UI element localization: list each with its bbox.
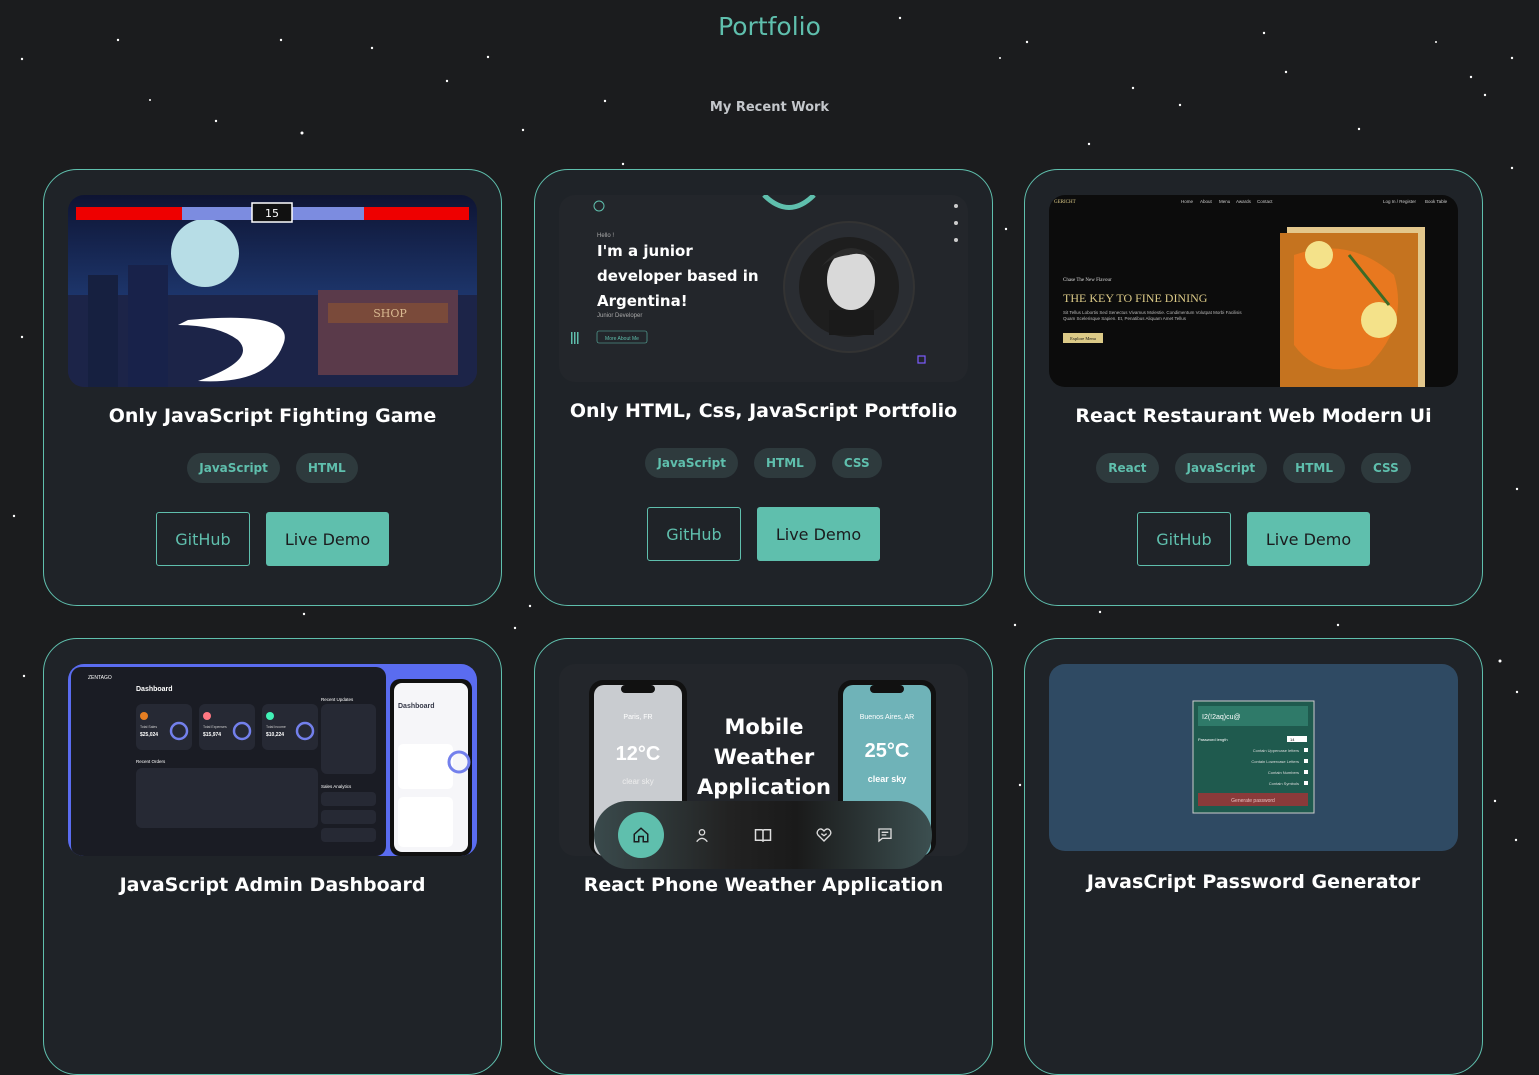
github-button[interactable]: GitHub bbox=[1137, 512, 1231, 566]
tag-html: HTML bbox=[1283, 453, 1345, 483]
live-demo-button[interactable]: Live Demo bbox=[757, 507, 880, 561]
restaurant-headline: THE KEY TO FINE DINING bbox=[1063, 291, 1208, 305]
weather-right-temp: 25°C bbox=[865, 740, 910, 762]
project-card: 15 SHOP Only JavaScript Fighting Game Ja… bbox=[43, 169, 502, 606]
page-title: Portfolio bbox=[718, 12, 821, 41]
project-title: JavasCript Password Generator bbox=[1086, 871, 1421, 893]
option-uppercase: Contain Uppercase letters bbox=[1253, 748, 1299, 753]
dashboard-brand: ZENTAGO bbox=[88, 675, 112, 681]
stat-sales: $25,024 bbox=[140, 732, 158, 738]
tag-html: HTML bbox=[754, 448, 816, 478]
weather-right-city: Buenos Aires, AR bbox=[860, 714, 914, 721]
stat-label-sales: Total Sales bbox=[140, 725, 157, 729]
project-card: Hello ! Junior Developer More About Me I… bbox=[534, 169, 993, 606]
generate-password-button: Generate password bbox=[1231, 798, 1275, 804]
nav-experience-button[interactable] bbox=[740, 812, 786, 858]
sales-analytics-heading: Sales Analytics bbox=[321, 784, 352, 789]
project-title: React Restaurant Web Modern Ui bbox=[1075, 405, 1432, 427]
restaurant-nav-about: About bbox=[1200, 199, 1213, 204]
stat-label-income: Total Income bbox=[266, 725, 286, 729]
live-demo-button[interactable]: Live Demo bbox=[1247, 512, 1370, 566]
option-lowercase: Contain Lowercase Letters bbox=[1251, 759, 1299, 764]
option-symbols: Contain Symbols bbox=[1269, 781, 1299, 786]
recent-updates-heading: Recent Updates bbox=[321, 697, 354, 702]
page-subtitle: My Recent Work bbox=[709, 100, 830, 115]
tag-css: CSS bbox=[1360, 453, 1411, 483]
generated-password: I2(!2aq)cu@ bbox=[1202, 714, 1241, 721]
restaurant-nav-home: Home bbox=[1181, 199, 1194, 204]
stat-income: $10,224 bbox=[266, 732, 284, 738]
game-timer: 15 bbox=[265, 207, 279, 220]
project-thumbnail: Hello ! Junior Developer More About Me I… bbox=[559, 195, 968, 382]
project-thumbnail: ZENTAGO Dashboard Total Sales $25,024 To… bbox=[68, 664, 477, 856]
restaurant-body: Sit Tellus Lobortis Sed Senectus Vivamus… bbox=[1063, 310, 1242, 321]
weather-headline-1: Mobile bbox=[725, 715, 804, 739]
user-icon bbox=[695, 829, 708, 843]
weather-headline-3: Application bbox=[697, 775, 831, 799]
restaurant-nav-contact: Contact bbox=[1257, 199, 1273, 204]
restaurant-kicker: Chase The New Flavour bbox=[1063, 278, 1112, 283]
project-thumbnail: GERICHT Home About Menu Awards Contact L… bbox=[1049, 195, 1458, 387]
dashboard-heading: Dashboard bbox=[136, 686, 173, 693]
tag-javascript: JavaScript bbox=[1174, 453, 1268, 483]
project-card: I2(!2aq)cu@ Password length 14 Contain U… bbox=[1024, 638, 1483, 1075]
restaurant-nav-awards: Awards bbox=[1236, 199, 1252, 204]
handshake-icon bbox=[816, 828, 832, 842]
length-value: 14 bbox=[1290, 737, 1295, 742]
live-demo-button[interactable]: Live Demo bbox=[266, 512, 389, 566]
length-label: Password length bbox=[1198, 737, 1228, 742]
tag-html: HTML bbox=[295, 453, 358, 483]
github-button[interactable]: GitHub bbox=[156, 512, 250, 566]
hero-cta: More About Me bbox=[605, 336, 639, 342]
project-card: ZENTAGO Dashboard Total Sales $25,024 To… bbox=[43, 638, 502, 1075]
github-button[interactable]: GitHub bbox=[647, 507, 741, 561]
book-icon bbox=[754, 829, 772, 842]
project-title: Only JavaScript Fighting Game bbox=[108, 405, 437, 427]
project-title: Only HTML, Css, JavaScript Portfolio bbox=[569, 400, 958, 422]
restaurant-nav-menu: Menu bbox=[1219, 199, 1231, 204]
restaurant-cta: Explore Menu bbox=[1070, 336, 1097, 341]
recent-orders-heading: Recent Orders bbox=[136, 759, 166, 764]
stat-label-expenses: Total Expenses bbox=[203, 725, 227, 729]
nav-contact-button[interactable] bbox=[862, 812, 908, 858]
svg-text:Dashboard: Dashboard bbox=[398, 703, 435, 710]
weather-left-temp: 12°C bbox=[616, 743, 661, 765]
project-thumbnail: 15 SHOP bbox=[68, 195, 477, 387]
bottom-nav bbox=[594, 801, 932, 869]
weather-headline-2: Weather bbox=[714, 745, 815, 769]
restaurant-login: Log In / Register bbox=[1383, 199, 1417, 204]
home-icon bbox=[633, 827, 649, 843]
project-thumbnail: I2(!2aq)cu@ Password length 14 Contain U… bbox=[1049, 664, 1458, 851]
hero-headline: I'm a junior developer based in Argentin… bbox=[597, 242, 759, 310]
nav-services-button[interactable] bbox=[801, 812, 847, 858]
tag-javascript: JavaScript bbox=[187, 453, 280, 483]
restaurant-brand: GERICHT bbox=[1054, 200, 1076, 205]
restaurant-book: Book Table bbox=[1425, 199, 1448, 204]
weather-left-city: Paris, FR bbox=[623, 714, 652, 721]
message-icon bbox=[878, 828, 893, 843]
stat-expenses: $15,974 bbox=[203, 732, 221, 738]
project-card: GERICHT Home About Menu Awards Contact L… bbox=[1024, 169, 1483, 606]
nav-home-button[interactable] bbox=[617, 812, 664, 858]
weather-right-cond: clear sky bbox=[868, 774, 907, 784]
nav-about-button[interactable] bbox=[679, 812, 725, 858]
shop-sign: SHOP bbox=[373, 307, 407, 320]
option-numbers: Contain Numbers bbox=[1268, 770, 1299, 775]
tag-css: CSS bbox=[831, 448, 882, 478]
tag-javascript: JavaScript bbox=[645, 448, 738, 478]
weather-left-cond: clear sky bbox=[622, 777, 654, 786]
tag-react: React bbox=[1096, 453, 1159, 483]
